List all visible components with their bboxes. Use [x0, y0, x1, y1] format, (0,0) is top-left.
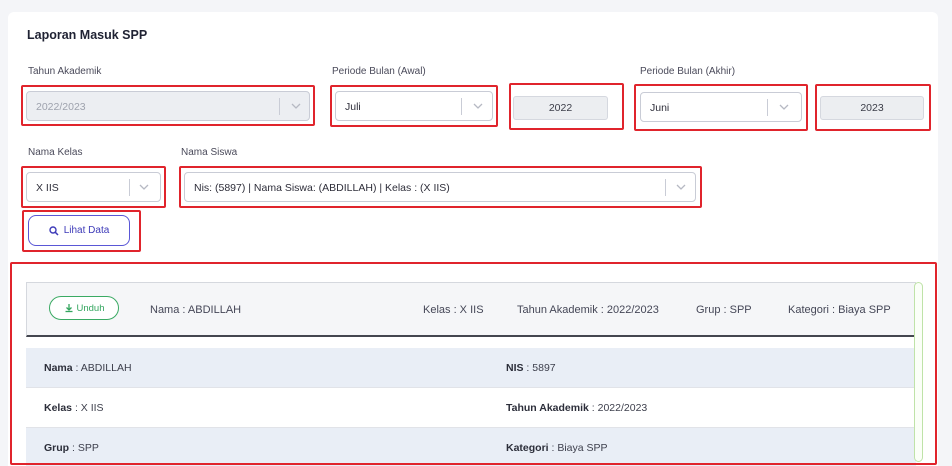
page-title: Laporan Masuk SPP	[27, 28, 148, 42]
nama-siswa-label: Nama Siswa	[181, 147, 238, 158]
highlight-box	[21, 166, 166, 208]
highlight-box	[509, 83, 624, 130]
periode-awal-label: Periode Bulan (Awal)	[332, 66, 426, 77]
highlight-box	[21, 85, 315, 126]
periode-akhir-label: Periode Bulan (Akhir)	[640, 66, 736, 77]
highlight-box	[22, 210, 141, 252]
highlight-box	[330, 85, 498, 127]
highlight-box	[815, 84, 931, 131]
highlight-box	[179, 166, 702, 208]
highlight-box	[634, 84, 808, 131]
highlight-box	[10, 262, 937, 465]
nama-kelas-label: Nama Kelas	[28, 147, 83, 158]
tahun-akademik-label: Tahun Akademik	[28, 66, 102, 77]
